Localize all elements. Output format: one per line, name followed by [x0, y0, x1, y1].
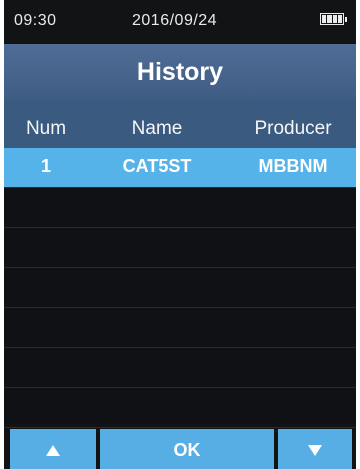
table-row-empty: [4, 268, 356, 308]
device-screen: 09:30 2016/09/24 History Num Name Produc…: [4, 0, 356, 469]
battery-icon: [320, 13, 347, 25]
arrow-up-icon: [46, 445, 60, 456]
header-producer: Producer: [254, 118, 332, 139]
scroll-up-button[interactable]: [10, 429, 96, 469]
status-time: 09:30: [14, 12, 57, 29]
table-row-empty: [4, 348, 356, 388]
table-header: Num Name Producer: [4, 100, 356, 148]
table-row-empty: [4, 228, 356, 268]
ok-button[interactable]: OK: [100, 429, 274, 469]
header-num: Num: [25, 118, 67, 139]
history-table: 1 CAT5ST MBBNM: [4, 148, 356, 428]
table-row-empty: [4, 388, 356, 428]
row-num: 1: [40, 156, 51, 176]
status-bar: 09:30 2016/09/24: [4, 0, 356, 44]
row-name: CAT5ST: [122, 156, 192, 176]
table-row-selected[interactable]: 1 CAT5ST MBBNM: [4, 148, 356, 188]
page-title: History: [4, 44, 356, 100]
footer-bar: OK: [4, 429, 356, 469]
scroll-down-button[interactable]: [278, 429, 352, 469]
header-name: Name: [131, 118, 183, 139]
table-row-empty: [4, 188, 356, 228]
status-date: 2016/09/24: [132, 12, 218, 29]
table-row-empty: [4, 308, 356, 348]
row-producer: MBBNM: [258, 156, 328, 176]
arrow-down-icon: [308, 445, 322, 456]
